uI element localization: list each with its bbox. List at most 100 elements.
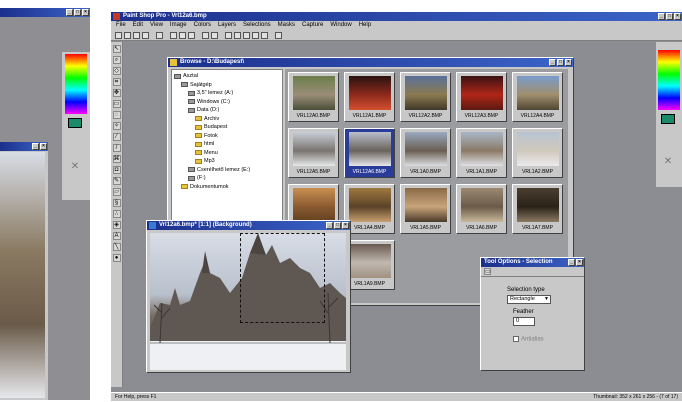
tool-options-titlebar[interactable]: Tool Options - Selection _ ×	[481, 258, 584, 267]
tree-item[interactable]: Mp3	[174, 157, 280, 166]
save-icon[interactable]	[133, 31, 140, 39]
thumbnail[interactable]: VRL12A4.BMP	[512, 72, 563, 122]
capture-icon[interactable]	[211, 31, 218, 39]
menu-help[interactable]: Help	[359, 21, 371, 30]
new-file-icon[interactable]	[115, 31, 122, 39]
zoom-tool-icon[interactable]: ⌕	[112, 56, 121, 64]
main-titlebar[interactable]: Paint Shop Pro - Vrl12a6.bmp _ □ ×	[111, 12, 682, 21]
menu-capture[interactable]: Capture	[302, 21, 323, 30]
tree-item[interactable]: Fotok	[174, 132, 280, 141]
shape-tool-icon[interactable]: ●	[112, 254, 121, 262]
minimize-icon[interactable]: _	[326, 222, 333, 229]
freehand-tool-icon[interactable]: ◌	[112, 111, 121, 119]
menu-masks[interactable]: Masks	[278, 21, 295, 30]
menu-view[interactable]: View	[150, 21, 163, 30]
foreground-color-swatch[interactable]	[68, 118, 82, 128]
left-window-titlebar[interactable]: _ □ ×	[0, 8, 90, 17]
menu-window[interactable]: Window	[330, 21, 351, 30]
thumbnail[interactable]: VRL1A5.BMP	[400, 184, 451, 234]
paste-icon[interactable]	[188, 31, 195, 39]
retouch-tool-icon[interactable]: ✎	[112, 177, 121, 185]
transparent-x-icon[interactable]: ✕	[68, 162, 82, 172]
tree-item[interactable]: Asztal	[174, 72, 280, 81]
maximize-icon[interactable]: □	[74, 9, 81, 16]
antialias-checkbox[interactable]: Antialias	[513, 336, 578, 343]
eraser-tool-icon[interactable]: ▱	[112, 188, 121, 196]
thumbnail[interactable]: VRL12A3.BMP	[456, 72, 507, 122]
minimize-icon[interactable]: _	[66, 9, 73, 16]
browse-icon[interactable]	[202, 31, 209, 39]
maximize-icon[interactable]: □	[334, 222, 341, 229]
thumbnail[interactable]: VRL1A9.BMP	[344, 240, 395, 290]
arrow-tool-icon[interactable]: ↖	[112, 45, 121, 53]
close-icon[interactable]: ×	[565, 59, 572, 66]
image-window-titlebar[interactable]: Vrl12a6.bmp* [1:1] (Background) _ □ ×	[147, 221, 350, 230]
maximize-icon[interactable]: □	[557, 59, 564, 66]
paintbrush-icon[interactable]: /	[112, 144, 121, 152]
menu-colors[interactable]: Colors	[194, 21, 211, 30]
tree-item[interactable]: 3,5" lemez (A:)	[174, 89, 280, 98]
toggle-palette-icon[interactable]	[225, 31, 232, 39]
copy-icon[interactable]	[179, 31, 186, 39]
menu-image[interactable]: Image	[170, 21, 187, 30]
thumbnail[interactable]: VRL1A1.BMP	[456, 128, 507, 178]
mover-tool-icon[interactable]: ✥	[112, 89, 121, 97]
tree-item[interactable]: Dokumentumok	[174, 183, 280, 192]
crop-tool-icon[interactable]: ⌗	[112, 78, 121, 86]
transparent-x-icon[interactable]: ✕	[661, 157, 675, 167]
tree-item[interactable]: html	[174, 140, 280, 149]
tree-item[interactable]: Menu	[174, 149, 280, 158]
thumbnail[interactable]: VRL12A5.BMP	[288, 128, 339, 178]
close-icon[interactable]: ×	[674, 13, 681, 20]
foreground-color-swatch[interactable]	[661, 114, 675, 124]
toggle-histogram-icon[interactable]	[252, 31, 259, 39]
thumbnail[interactable]: VRL1A0.BMP	[400, 128, 451, 178]
dropper-tool-icon[interactable]: ⁄	[112, 133, 121, 141]
image-canvas[interactable]	[150, 233, 346, 370]
thumbnail[interactable]: VRL1A4.BMP	[344, 184, 395, 234]
feather-stepper[interactable]: 0	[513, 317, 535, 326]
clone-brush-icon[interactable]: ⌘	[112, 155, 121, 163]
toggle-toolbar-icon[interactable]	[234, 31, 241, 39]
text-tool-icon[interactable]: A	[112, 232, 121, 240]
minimize-icon[interactable]: _	[549, 59, 556, 66]
minimize-icon[interactable]: _	[658, 13, 665, 20]
tree-item[interactable]: Archiv	[174, 115, 280, 124]
picture-tube-icon[interactable]: §	[112, 199, 121, 207]
left-image-canvas[interactable]	[0, 152, 45, 398]
close-icon[interactable]: ×	[40, 143, 47, 150]
thumbnail[interactable]: VRL12A1.BMP	[344, 72, 395, 122]
cut-icon[interactable]	[170, 31, 177, 39]
open-folder-icon[interactable]	[124, 31, 131, 39]
close-icon[interactable]: ×	[342, 222, 349, 229]
selection-marquee[interactable]	[240, 233, 325, 323]
toggle-layers-icon[interactable]	[243, 31, 250, 39]
thumbnail[interactable]: VRL12A2.BMP	[400, 72, 451, 122]
tree-item[interactable]: (F:)	[174, 174, 280, 183]
selection-type-dropdown[interactable]: Rectangle	[507, 295, 551, 304]
flood-fill-icon[interactable]: ◈	[112, 221, 121, 229]
airbrush-icon[interactable]: ∴	[112, 210, 121, 218]
tree-item[interactable]: Sajátgép	[174, 81, 280, 90]
deform-tool-icon[interactable]: ◇	[112, 67, 121, 75]
left-image-titlebar[interactable]: _ ×	[0, 142, 48, 151]
color-palette[interactable]	[658, 50, 680, 110]
menu-file[interactable]: File	[116, 21, 126, 30]
thumbnail[interactable]: VRL1A7.BMP	[512, 184, 563, 234]
magic-wand-icon[interactable]: ✧	[112, 122, 121, 130]
menu-edit[interactable]: Edit	[133, 21, 143, 30]
thumbnail[interactable]: VRL1A6.BMP	[456, 184, 507, 234]
tree-item[interactable]: Cserélhető lemez (E:)	[174, 166, 280, 175]
toggle-overview-icon[interactable]	[261, 31, 268, 39]
menu-selections[interactable]: Selections	[243, 21, 271, 30]
thumbnail[interactable]: VRL12A6.BMP	[344, 128, 395, 178]
tree-item[interactable]: Windows (C:)	[174, 98, 280, 107]
tree-item[interactable]: Budapest	[174, 123, 280, 132]
line-tool-icon[interactable]: ╲	[112, 243, 121, 251]
thumbnail[interactable]: VRL1A2.BMP	[512, 128, 563, 178]
print-icon[interactable]	[142, 31, 149, 39]
tree-item[interactable]: Data (D:)	[174, 106, 280, 115]
thumbnail[interactable]: VRL12A0.BMP	[288, 72, 339, 122]
minimize-icon[interactable]: _	[568, 259, 575, 266]
maximize-icon[interactable]: □	[666, 13, 673, 20]
